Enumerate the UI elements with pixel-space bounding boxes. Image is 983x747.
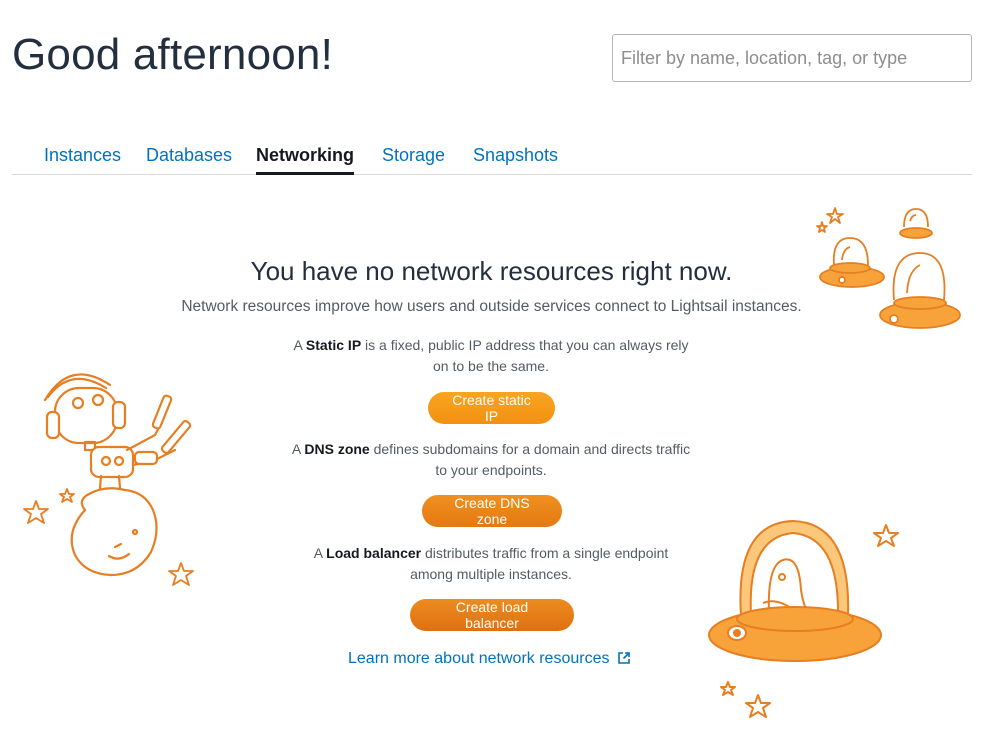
tab-networking[interactable]: Networking (256, 145, 355, 175)
learn-more-link[interactable]: Learn more about network resources (348, 650, 630, 669)
load-balancer-description: A Load balancer distributes traffic from… (313, 545, 669, 582)
tab-storage[interactable]: Storage (382, 145, 445, 172)
learn-more-label: Learn more about network resources (348, 650, 610, 667)
tab-instances[interactable]: Instances (44, 145, 121, 172)
create-load-balancer-button[interactable]: Create load balancer (410, 599, 574, 631)
load-balancer-term: Load balancer (326, 545, 422, 561)
static-ip-term: Static IP (305, 337, 362, 353)
dns-zone-term: DNS zone (304, 441, 370, 457)
spaceship-illustration (816, 207, 961, 329)
tab-bar: Instances Databases Networking Storage S… (12, 140, 972, 175)
search-input[interactable] (612, 34, 972, 82)
create-static-ip-button[interactable]: Create static IP (428, 392, 555, 424)
static-ip-description: A Static IP is a fixed, public IP addres… (293, 337, 689, 374)
create-dns-zone-button[interactable]: Create DNS zone (422, 495, 562, 527)
dns-zone-description: A DNS zone defines subdomains for a doma… (291, 441, 691, 478)
external-link-icon (618, 651, 630, 669)
page-title: Good afternoon! (12, 30, 334, 79)
tab-databases[interactable]: Databases (146, 145, 232, 172)
spaceship-illustration (708, 520, 899, 718)
tab-snapshots[interactable]: Snapshots (473, 145, 558, 172)
robot-illustration (23, 373, 194, 586)
